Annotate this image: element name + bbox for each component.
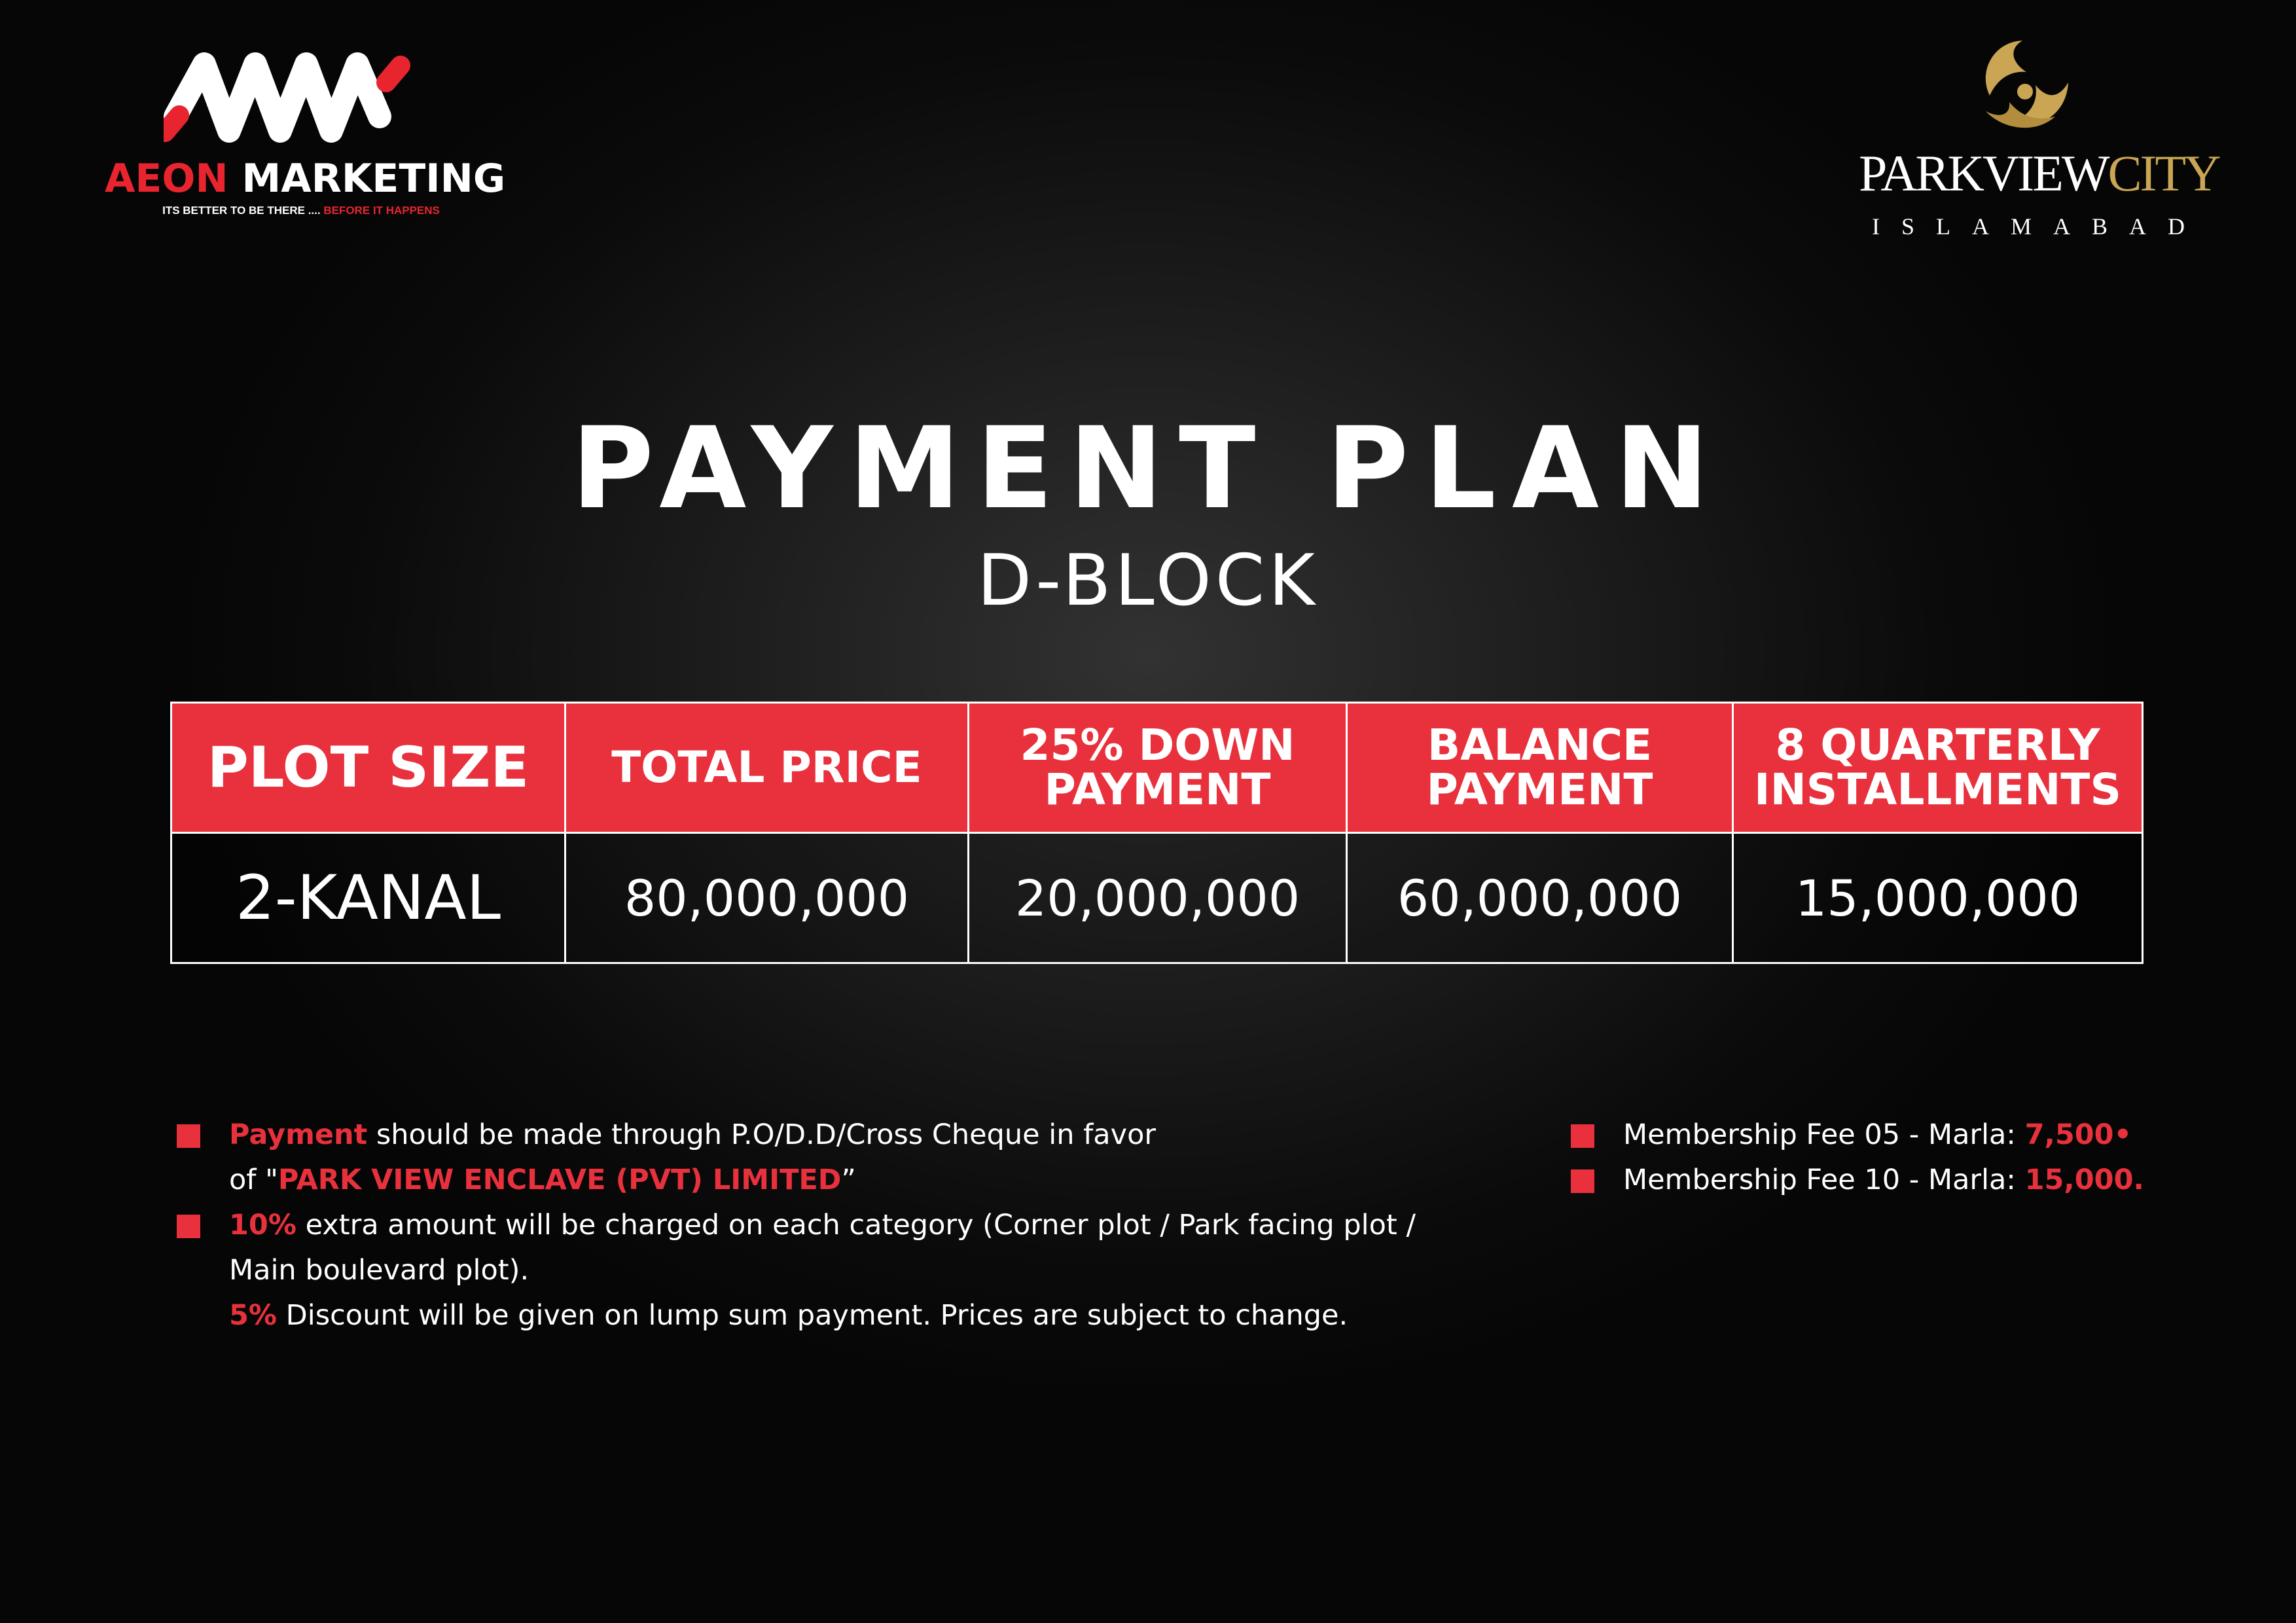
fee2-value: 15,000. — [2024, 1164, 2144, 1196]
fee2-text: Membership Fee 10 - Marla: — [1623, 1164, 2025, 1196]
park-view-name-part1: PARKVIEW — [1859, 145, 2109, 202]
note1-highlight: Payment — [229, 1118, 368, 1151]
note-bullet-icon — [177, 1215, 200, 1238]
cell-balance-payment: 60,000,000 — [1346, 832, 1734, 964]
header-down-payment: 25% DOWN PAYMENT — [967, 702, 1348, 834]
header-down-payment-line2: PAYMENT — [1044, 764, 1271, 815]
page-subtitle: D-BLOCK — [977, 540, 1319, 622]
aeon-name-part2: MARKETING — [242, 156, 506, 202]
header-down-payment-line1: 25% DOWN — [1020, 720, 1295, 770]
header-plot-size: PLOT SIZE — [170, 702, 566, 834]
cell-plot-size: 2-KANAL — [170, 832, 566, 964]
aeon-marketing-logo: AEON MARKETING ITS BETTER TO BE THERE ..… — [105, 33, 505, 229]
cell-total-price: 80,000,000 — [564, 832, 969, 964]
page-title: PAYMENT PLAN — [571, 402, 1725, 534]
membership-fees: Membership Fee 05 - Marla: 7,500• Member… — [1571, 1113, 2225, 1203]
fee-bullet-icon — [1571, 1124, 1594, 1148]
note3-text: Discount will be given on lump sum payme… — [277, 1299, 1348, 1332]
fee1-text: Membership Fee 05 - Marla: — [1623, 1118, 2025, 1151]
note-discount: 5% Discount will be given on lump sum pa… — [177, 1293, 1486, 1338]
header-balance-line2: PAYMENT — [1426, 764, 1653, 815]
table-header-row: PLOT SIZE TOTAL PRICE 25% DOWN PAYMENT BA… — [170, 702, 2144, 834]
note-payment-method: Payment should be made through P.O/D.D/C… — [177, 1113, 1486, 1158]
header-installments-line2: INSTALLMENTS — [1754, 764, 2121, 815]
payment-plan-table: PLOT SIZE TOTAL PRICE 25% DOWN PAYMENT BA… — [170, 702, 2144, 964]
note-payment-method-cont: of "PARK VIEW ENCLAVE (PVT) LIMITED” — [177, 1158, 1486, 1203]
note3-highlight: 5% — [229, 1299, 278, 1332]
aeon-wave-icon — [164, 52, 410, 143]
park-view-name-part2: CITY — [2108, 145, 2221, 202]
aeon-tagline: ITS BETTER TO BE THERE .... BEFORE IT HA… — [105, 204, 497, 217]
cell-down-payment: 20,000,000 — [967, 832, 1348, 964]
note1-text: should be made through P.O/D.D/Cross Che… — [367, 1118, 1157, 1151]
payment-notes: Payment should be made through P.O/D.D/C… — [177, 1113, 1486, 1338]
note-extra-charge: 10% extra amount will be charged on each… — [177, 1203, 1486, 1248]
header-total-price: TOTAL PRICE — [564, 702, 969, 834]
aeon-brand-name: AEON MARKETING — [105, 156, 505, 202]
park-view-swirl-icon — [1985, 41, 2068, 128]
note-bullet-icon — [177, 1124, 200, 1148]
note-extra-charge-cont: Main boulevard plot). — [177, 1248, 1486, 1293]
header-installments: 8 QUARTERLY INSTALLMENTS — [1732, 702, 2144, 834]
fee-bullet-icon — [1571, 1169, 1594, 1193]
note2-highlight: 10% — [229, 1209, 296, 1241]
aeon-tagline-part2: BEFORE IT HAPPENS — [323, 204, 440, 217]
header-balance-line1: BALANCE — [1427, 720, 1653, 770]
header-balance-payment: BALANCE PAYMENT — [1346, 702, 1734, 834]
note2-text: extra amount will be charged on each cat… — [296, 1209, 1416, 1241]
aeon-tagline-part1: ITS BETTER TO BE THERE .... — [162, 204, 324, 217]
aeon-name-part1: AEON — [105, 156, 228, 202]
note1b-pre: of " — [229, 1164, 278, 1196]
fee1-value: 7,500• — [2024, 1118, 2132, 1151]
park-view-city-label: ISLAMABAD — [1872, 213, 2207, 240]
note1b-company: PARK VIEW ENCLAVE (PVT) LIMITED — [278, 1164, 842, 1196]
park-view-city-logo: PARKVIEWCITY ISLAMABAD — [1859, 26, 2221, 240]
fee-05-marla: Membership Fee 05 - Marla: 7,500• — [1571, 1113, 2225, 1158]
table-row: 2-KANAL 80,000,000 20,000,000 60,000,000… — [170, 832, 2144, 964]
fee-10-marla: Membership Fee 10 - Marla: 15,000. — [1571, 1158, 2225, 1203]
note1b-post: ” — [841, 1164, 856, 1196]
note2b-text: Main boulevard plot). — [229, 1254, 529, 1287]
park-view-brand-name: PARKVIEWCITY — [1859, 144, 2221, 203]
header-installments-line1: 8 QUARTERLY — [1775, 720, 2100, 770]
cell-installments: 15,000,000 — [1732, 832, 2144, 964]
